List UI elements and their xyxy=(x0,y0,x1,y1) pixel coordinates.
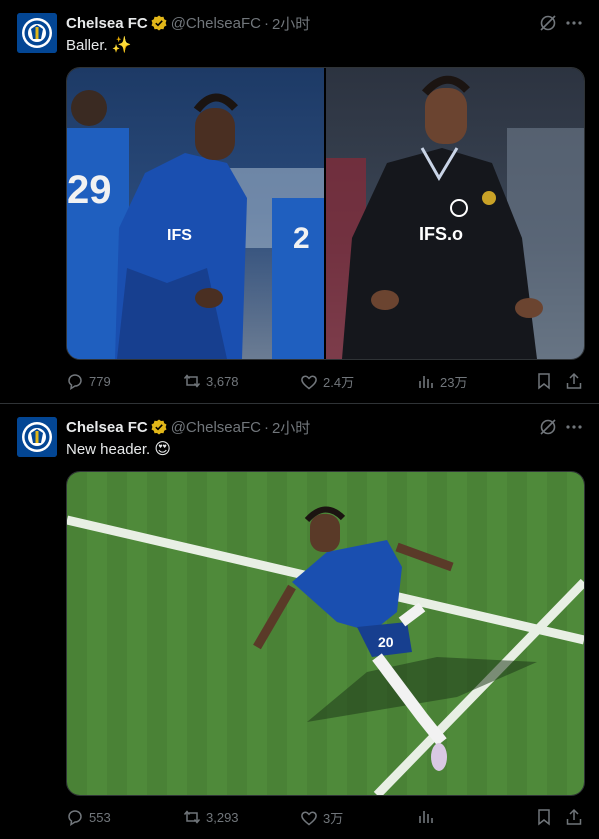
reply-icon xyxy=(68,374,82,390)
svg-text:2: 2 xyxy=(293,222,310,255)
views-count: 23万 xyxy=(440,375,468,390)
share-icon xyxy=(566,808,582,825)
tweet-header: Chelsea FC @ChelseaFC · 2小时 xyxy=(66,417,310,437)
more-icon[interactable] xyxy=(565,14,583,32)
tweet-text: Baller. ✨ xyxy=(66,35,132,55)
author-name[interactable]: Chelsea FC xyxy=(66,15,148,32)
more-icon[interactable] xyxy=(565,418,583,436)
like-icon xyxy=(301,811,317,825)
views-icon xyxy=(419,811,433,823)
views-button[interactable]: 23万 xyxy=(417,372,467,391)
bookmark-button[interactable] xyxy=(535,372,553,390)
svg-text:IFS.o: IFS.o xyxy=(419,224,463,244)
retweet-count: 3,293 xyxy=(206,809,239,825)
timestamp[interactable]: 2小时 xyxy=(272,417,310,438)
media-photo[interactable]: 20 xyxy=(66,471,585,796)
tweet-2[interactable]: Chelsea FC @ChelseaFC · 2小时 New header. … xyxy=(0,404,599,839)
pitch-photo[interactable]: 20 xyxy=(67,472,584,795)
retweet-button[interactable]: 3,293 xyxy=(183,808,239,826)
right-photo[interactable]: IFS.o xyxy=(326,68,584,359)
timestamp[interactable]: 2小时 xyxy=(272,13,310,34)
tweet-text-body: Baller. xyxy=(66,36,108,54)
reply-icon xyxy=(68,810,82,826)
grok-icon[interactable] xyxy=(539,418,557,436)
svg-text:20: 20 xyxy=(378,634,394,650)
views-button[interactable] xyxy=(417,808,440,826)
retweet-button[interactable]: 3,678 xyxy=(183,372,239,390)
grok-icon[interactable] xyxy=(539,14,557,32)
sparkles-emoji: ✨ xyxy=(111,37,132,54)
tweet-1[interactable]: Chelsea FC @ChelseaFC · 2小时 Baller. ✨ 29… xyxy=(0,0,599,404)
retweet-icon xyxy=(183,810,201,824)
tweet-actions: 553 3,293 3万 xyxy=(66,808,583,828)
like-icon xyxy=(301,375,317,389)
reply-count: 779 xyxy=(89,373,111,389)
chelsea-crest-icon[interactable] xyxy=(17,13,57,53)
tweet-text-body: New header. xyxy=(66,440,151,458)
author-handle[interactable]: @ChelseaFC xyxy=(171,15,261,32)
verified-badge-icon xyxy=(151,15,167,31)
retweet-icon xyxy=(183,374,201,388)
bookmark-icon xyxy=(538,809,550,826)
author-handle[interactable]: @ChelseaFC xyxy=(171,419,261,436)
media-grid[interactable]: 29 2 IFS IFS.o xyxy=(66,67,585,360)
like-button[interactable]: 3万 xyxy=(300,808,343,827)
heart-eyes-emoji: 😍 xyxy=(154,441,171,458)
retweet-count: 3,678 xyxy=(206,373,239,389)
like-count: 2.4万 xyxy=(323,375,355,390)
svg-text:29: 29 xyxy=(67,168,112,212)
like-count: 3万 xyxy=(323,811,344,826)
reply-count: 553 xyxy=(89,809,111,825)
separator-dot: · xyxy=(263,418,269,436)
reply-button[interactable]: 779 xyxy=(66,372,111,390)
reply-button[interactable]: 553 xyxy=(66,808,111,826)
like-button[interactable]: 2.4万 xyxy=(300,372,354,391)
share-icon xyxy=(566,372,582,389)
left-photo[interactable]: 29 2 IFS xyxy=(67,68,324,359)
svg-text:IFS: IFS xyxy=(167,227,192,244)
bookmark-button[interactable] xyxy=(535,808,553,826)
author-name[interactable]: Chelsea FC xyxy=(66,419,148,436)
chelsea-crest-icon[interactable] xyxy=(17,417,57,457)
share-button[interactable] xyxy=(565,808,583,826)
tweet-header: Chelsea FC @ChelseaFC · 2小时 xyxy=(66,13,310,33)
share-button[interactable] xyxy=(565,372,583,390)
separator-dot: · xyxy=(263,14,269,32)
bookmark-icon xyxy=(538,373,550,390)
tweet-actions: 779 3,678 2.4万 23万 xyxy=(66,372,583,392)
tweet-text: New header. 😍 xyxy=(66,439,171,459)
verified-badge-icon xyxy=(151,419,167,435)
views-icon xyxy=(419,375,433,388)
